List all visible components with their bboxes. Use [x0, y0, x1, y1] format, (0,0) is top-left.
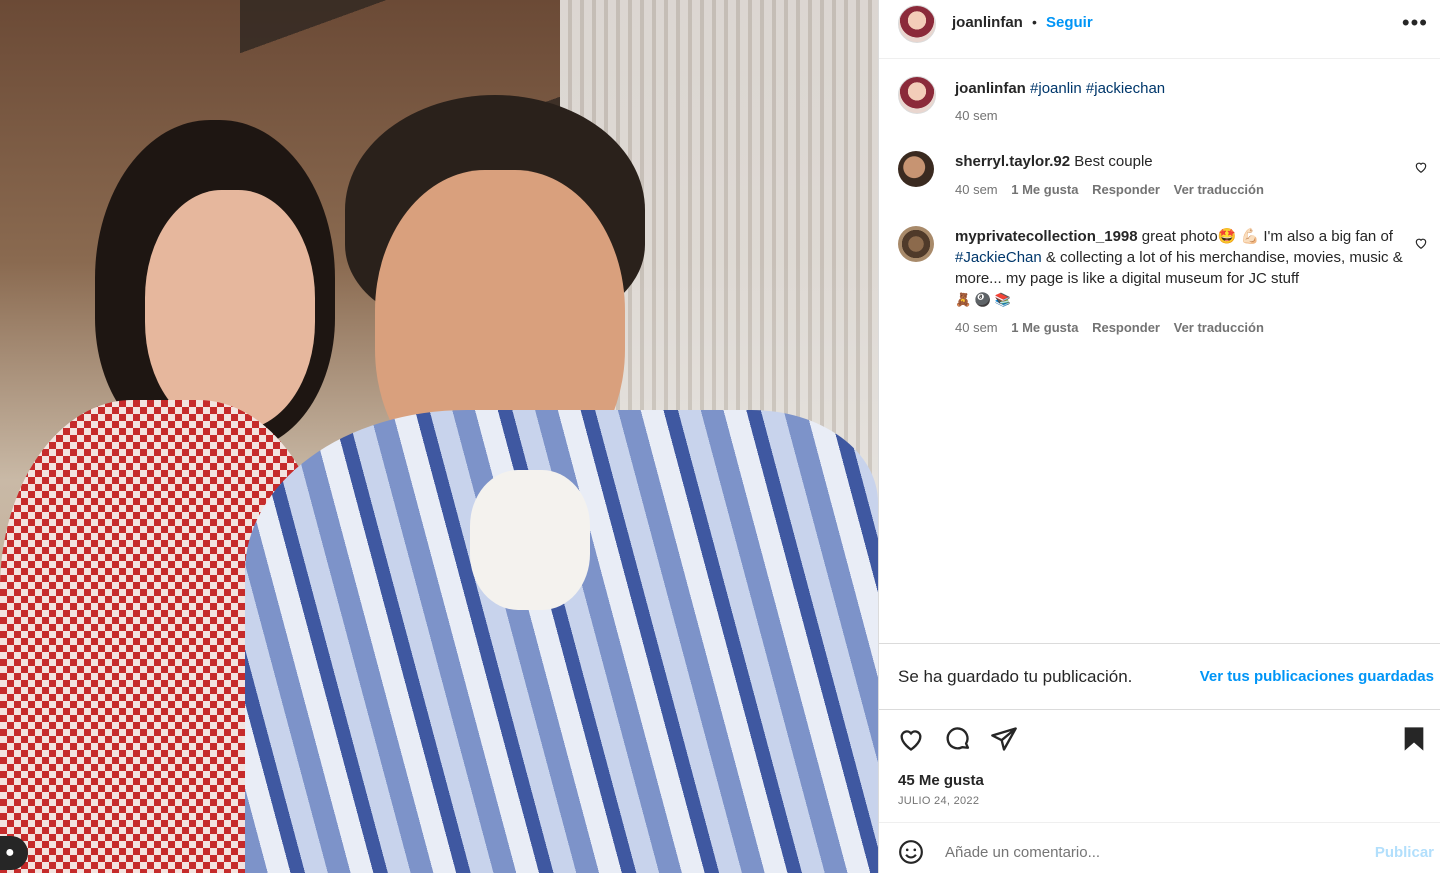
likes-count[interactable]: 45 Me gusta: [898, 772, 984, 789]
post-date[interactable]: JULIO 24, 2022: [898, 795, 979, 807]
caption: joanlinfan #joanlin #jackiechan: [955, 78, 1165, 99]
comment-meta: 40 sem 1 Me gusta Responder Ver traducci…: [955, 182, 1264, 197]
author-avatar[interactable]: [898, 5, 936, 43]
comment-likes[interactable]: 1 Me gusta: [1011, 182, 1078, 197]
comment-time[interactable]: 40 sem: [955, 320, 998, 335]
caption-tag-joanlin[interactable]: #joanlin: [1030, 80, 1082, 97]
author-username[interactable]: joanlinfan: [952, 14, 1023, 31]
reply-button[interactable]: Responder: [1092, 182, 1160, 197]
share-send-icon[interactable]: [990, 725, 1018, 753]
like-comment-heart-icon[interactable]: [1414, 160, 1428, 174]
comment-likes[interactable]: 1 Me gusta: [1011, 320, 1078, 335]
post-sidebar: joanlinfan • Seguir ••• joanlinfan #joan…: [878, 0, 1440, 873]
comment-username[interactable]: sherryl.taylor.92: [955, 153, 1070, 170]
publish-button[interactable]: Publicar: [1375, 844, 1434, 861]
more-options-icon[interactable]: •••: [1402, 10, 1428, 36]
saved-message: Se ha guardado tu publicación.: [898, 667, 1133, 686]
caption-tag-jackiechan[interactable]: #jackiechan: [1086, 80, 1165, 97]
post-actions: [879, 722, 1440, 762]
like-comment-heart-icon[interactable]: [1414, 236, 1428, 250]
user-icon: ●: [5, 844, 15, 861]
post-photo[interactable]: ●: [0, 0, 878, 873]
comment-time[interactable]: 40 sem: [955, 182, 998, 197]
comment-avatar[interactable]: [898, 226, 934, 262]
comment-input[interactable]: [943, 839, 1347, 865]
photo-woman-face: [145, 190, 315, 430]
comment-emojis: 🧸 🎱 📚: [955, 292, 1011, 307]
reply-button[interactable]: Responder: [1092, 320, 1160, 335]
view-saved-link[interactable]: Ver tus publicaciones guardadas: [1200, 668, 1434, 685]
post-header: joanlinfan • Seguir •••: [879, 0, 1440, 59]
comment-bubble-icon[interactable]: [944, 725, 972, 753]
comment-text: Best couple: [1074, 153, 1153, 170]
comment-text-part1: great photo🤩 💪🏻 I'm also a big fan of: [1141, 228, 1393, 245]
comment-username[interactable]: myprivatecollection_1998: [955, 228, 1138, 245]
emoji-icon[interactable]: [898, 839, 924, 865]
caption-time[interactable]: 40 sem: [955, 108, 998, 123]
save-bookmark-icon[interactable]: [1400, 725, 1428, 753]
header-separator: •: [1032, 14, 1037, 30]
translate-button[interactable]: Ver traducción: [1174, 182, 1264, 197]
add-comment-bar: Publicar: [879, 822, 1440, 874]
translate-button[interactable]: Ver traducción: [1174, 320, 1264, 335]
follow-button[interactable]: Seguir: [1046, 14, 1093, 31]
photo-man-undershirt: [470, 470, 590, 610]
comment-meta: 40 sem 1 Me gusta Responder Ver traducci…: [955, 320, 1264, 335]
comment-body: sherryl.taylor.92 Best couple: [955, 151, 1153, 172]
saved-notice: Se ha guardado tu publicación. Ver tus p…: [879, 643, 1440, 710]
comment-avatar[interactable]: [898, 151, 934, 187]
like-heart-icon[interactable]: [897, 725, 925, 753]
comment-tag-jackiechan[interactable]: #JackieChan: [955, 249, 1042, 266]
caption-username[interactable]: joanlinfan: [955, 80, 1026, 97]
caption-avatar[interactable]: [898, 76, 936, 114]
comment-body: myprivatecollection_1998 great photo🤩 💪🏻…: [955, 226, 1405, 310]
